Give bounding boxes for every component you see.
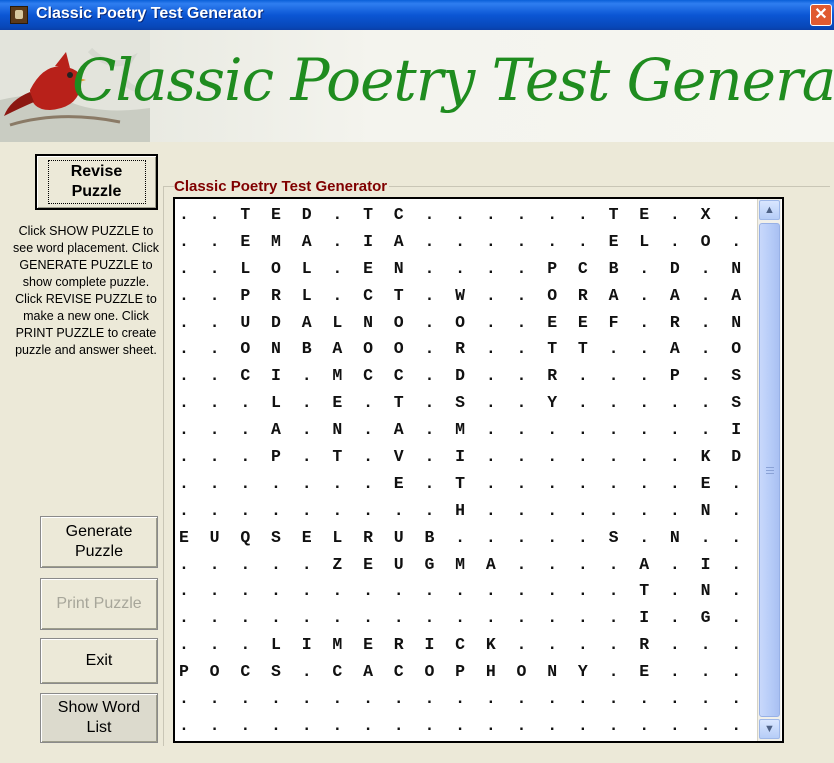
generate-puzzle-label: Generate Puzzle <box>65 523 133 560</box>
puzzle-row: . . T E D . T C . . . . . . T E . X . E … <box>179 205 784 224</box>
revise-puzzle-button[interactable]: Revise Puzzle <box>35 154 158 210</box>
puzzle-row: . . . . . . . . . . . . . . . T . N . . <box>179 581 778 601</box>
app-icon[interactable] <box>10 6 28 24</box>
puzzle-rows: . . T E D . T C . . . . . . T E . X . E … <box>179 202 784 740</box>
puzzle-row: . . . . . . . . . H . . . . . . . N . . <box>179 500 778 520</box>
instructions-text: Click SHOW PUZZLE to see word placement.… <box>13 224 159 357</box>
close-button[interactable]: ✕ <box>810 4 832 26</box>
puzzle-row: . . U D A L N O . O . . E E F . R . N . <box>179 312 778 332</box>
print-puzzle-label: Print Puzzle <box>56 595 142 612</box>
puzzle-row: . . L O L . E N . . . . P C B . D . N . <box>179 258 778 278</box>
puzzle-row: . . E M A . I A . . . . . . E L . O . C … <box>179 231 784 251</box>
show-word-list-label: Show Word List <box>57 699 141 736</box>
scroll-thumb[interactable] <box>759 223 780 717</box>
grip-line <box>766 470 774 471</box>
puzzle-row: . . O N B A O O . R . . T T . . A . O . <box>179 339 778 359</box>
print-puzzle-button[interactable]: Print Puzzle <box>40 578 158 630</box>
puzzle-row: . . . . . . . . . . . . . . . . . . . . <box>179 689 778 709</box>
scroll-up-icon[interactable]: ▲ <box>759 200 780 220</box>
puzzle-row: E U Q S E L R U B . . . . . S . N . . <box>179 527 747 547</box>
puzzle-row: . . . . . . . . . . . . . . . . . . . . <box>179 715 778 735</box>
puzzle-row: . . P R L . C T . W . . O R A . A . A . <box>179 285 778 305</box>
puzzle-row: . . . . . . . . . . . . . . . I . G . . <box>179 608 778 628</box>
exit-label: Exit <box>85 652 113 669</box>
group-frame-left <box>163 186 164 746</box>
banner-title: Classic Poetry Test Generator <box>72 46 834 114</box>
exit-button[interactable]: Exit <box>40 638 158 684</box>
puzzle-row: . . . L I M E R I C K . . . . R . . . . <box>179 635 778 655</box>
scroll-down-icon[interactable]: ▼ <box>759 719 780 739</box>
show-word-list-button[interactable]: Show Word List <box>40 693 158 743</box>
puzzle-row: . . . L . E . T . S . . Y . . . . . S . <box>179 393 778 413</box>
group-label: Classic Poetry Test Generator <box>174 178 390 195</box>
grip-line <box>766 467 774 468</box>
window-title: Classic Poetry Test Generator <box>36 5 264 22</box>
grip-line <box>766 473 774 474</box>
puzzle-row: . . . A . N . A . M . . . . . . . . I . <box>179 420 778 440</box>
generate-puzzle-button[interactable]: Generate Puzzle <box>40 516 158 568</box>
puzzle-row: . . . . . . . E . T . . . . . . . E . . <box>179 473 778 493</box>
puzzle-row: . . . P . T . V . I . . . . . . . K D . <box>179 447 778 467</box>
puzzle-row: . . . . . Z E U G M A . . . . A . I . . <box>179 554 778 574</box>
title-bar: Classic Poetry Test Generator ✕ <box>0 0 834 30</box>
revise-puzzle-label: Revise Puzzle <box>47 160 146 204</box>
puzzle-row: P O C S . C A C O P H O N Y . E . . . . <box>179 662 778 682</box>
puzzle-grid[interactable]: . . T E D . T C . . . . . . T E . X . E … <box>173 197 784 743</box>
banner: Classic Poetry Test Generator <box>0 30 834 142</box>
puzzle-row: . . C I . M C C . D . . R . . . P . S . <box>179 366 778 386</box>
vertical-scrollbar[interactable]: ▲ ▼ <box>757 199 781 741</box>
